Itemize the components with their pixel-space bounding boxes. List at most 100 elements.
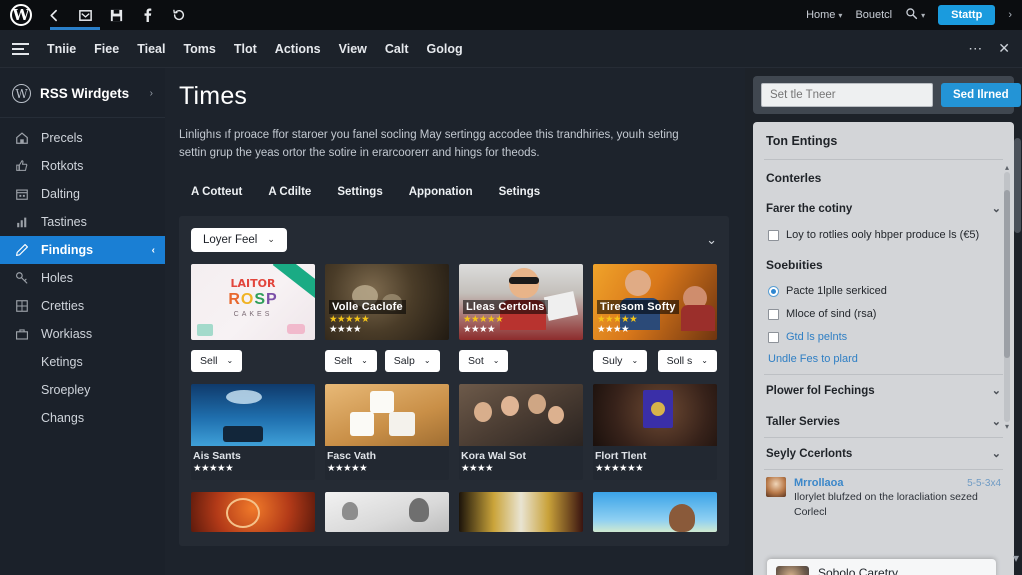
collapsible-farer-the-cotiny[interactable]: Farer the cotiny ⌄ — [753, 193, 1014, 224]
scroll-down-icon[interactable]: ▾ — [1013, 551, 1019, 565]
sidebar-item-ketings[interactable]: Ketings — [0, 348, 165, 376]
sidebar-item-findings[interactable]: Findings ‹ — [0, 236, 165, 264]
menu-item-4[interactable]: Tlot — [234, 42, 257, 56]
sidebar-item-rotkots[interactable]: Rotkots — [0, 152, 165, 180]
undo-link[interactable]: Undle Fes to plard — [768, 353, 858, 365]
chevron-down-icon: ⌄ — [361, 356, 368, 366]
card[interactable]: Fasc Vath ★★★★★ — [325, 383, 449, 481]
panel-scrollbar[interactable]: ▴ ▾ — [1004, 163, 1010, 431]
radio-icon[interactable] — [768, 285, 779, 297]
chevron-right-icon: › — [149, 88, 153, 99]
menu-item-0[interactable]: Tniie — [47, 42, 76, 56]
comment-timestamp: 5-5-3x4 — [967, 478, 1001, 490]
collapsible-plower-fol-fechings[interactable]: Plower fol Fechings ⌄ — [753, 375, 1014, 406]
tab-a-cotteut[interactable]: A Cotteut — [179, 180, 254, 204]
page-scrollbar-thumb[interactable] — [1014, 138, 1021, 233]
card[interactable]: Lleas Certolns ★★★★★ ★★★★ — [459, 263, 583, 340]
panel-collapse-icon[interactable]: ⌄ — [706, 232, 717, 248]
menu-item-7[interactable]: Calt — [385, 42, 409, 56]
tab-a-cdilte[interactable]: A Cdilte — [256, 180, 323, 204]
checkbox-row-first[interactable]: Loy to rotlies ooly hbper produce ls (€5… — [753, 224, 1014, 247]
card[interactable]: LAITOR ROSP CAKES — [191, 263, 315, 340]
sidebar-item-label: Dalting — [41, 187, 80, 201]
menu-item-5[interactable]: Actions — [275, 42, 321, 56]
account-menu[interactable]: Bouetcl — [855, 9, 892, 21]
sidebar-item-precels[interactable]: Precels — [0, 124, 165, 152]
card[interactable]: Kora Wal Sot ★★★★ — [459, 383, 583, 481]
menu-item-3[interactable]: Toms — [183, 42, 215, 56]
search-submit-button[interactable]: Sed Ilrned — [941, 83, 1021, 107]
select-sell[interactable]: Sell ⌄ — [191, 349, 243, 372]
collapsible-seyly-ccerlonts[interactable]: Seyly Ccerlonts ⌄ — [753, 438, 1014, 469]
sidebar-item-workiass[interactable]: Workiass — [0, 320, 165, 348]
menu-item-8[interactable]: Golog — [427, 42, 463, 56]
card[interactable]: Ais Sants ★★★★★ — [191, 383, 315, 481]
filter-dropdown[interactable]: Loyer Feel ⌄ — [191, 227, 287, 252]
menu-item-2[interactable]: Tieal — [137, 42, 165, 56]
card-rating-white: ★★★★ — [461, 462, 494, 474]
checkbox-icon[interactable] — [768, 331, 779, 343]
collapsible-taller-servies[interactable]: Taller Servies ⌄ — [753, 406, 1014, 437]
scroll-down-icon[interactable]: ▾ — [1004, 422, 1010, 431]
home-menu[interactable]: Home ▾ — [806, 9, 842, 21]
comment-item[interactable]: Mrrollaoa 5-5-3x4 Ilorylet blufzed on th… — [753, 470, 1014, 519]
tab-setings[interactable]: Setings — [487, 180, 553, 204]
select-row: Sell ⌄ Selt ⌄ Salp ⌄ Sot ⌄ Suly ⌄ Soll ѕ… — [191, 349, 717, 372]
select-salp[interactable]: Salp ⌄ — [384, 349, 440, 372]
select-suly[interactable]: Suly ⌄ — [593, 349, 648, 372]
search-menu[interactable]: ▾ — [905, 7, 925, 23]
more-options-icon[interactable]: ⋯ — [968, 40, 982, 57]
checkbox-icon[interactable] — [768, 230, 779, 241]
card[interactable] — [593, 492, 717, 533]
sidebar-item-sroepley[interactable]: Sroepley — [0, 376, 165, 404]
floating-comment-card[interactable]: Sobolo Caretry Dlands — [767, 559, 996, 575]
sidebar-item-holes[interactable]: Holes — [0, 264, 165, 292]
card[interactable] — [325, 492, 449, 533]
search-input[interactable] — [761, 83, 933, 107]
overflow-chevron-icon[interactable]: › — [1008, 9, 1012, 21]
sidebar-item-label: Cretties — [41, 299, 85, 313]
hamburger-menu-icon[interactable] — [12, 42, 29, 55]
card[interactable] — [459, 492, 583, 533]
facebook-icon[interactable] — [139, 7, 156, 24]
scroll-up-icon[interactable]: ▴ — [1004, 163, 1010, 172]
panel-scrollbar-thumb[interactable] — [1004, 190, 1010, 358]
tab-apponation[interactable]: Apponation — [397, 180, 485, 204]
card-caption: Tiresom Softy ★★★★★ ★★★★ — [597, 297, 713, 336]
sidebar-item-tastines[interactable]: Tastines — [0, 208, 165, 236]
sidebar-item-changs[interactable]: Changs — [0, 404, 165, 432]
card[interactable]: Flort Tlent ★★★★★★ — [593, 383, 717, 481]
sidebar-brand[interactable]: W RSS Wirdgets › — [0, 76, 165, 117]
card[interactable] — [191, 492, 315, 533]
sidebar-item-cretties[interactable]: Cretties — [0, 292, 165, 320]
tab-settings[interactable]: Settings — [325, 180, 394, 204]
card[interactable]: Tiresom Softy ★★★★★ ★★★★ — [593, 263, 717, 340]
pencil-icon — [14, 242, 30, 258]
sidebar-item-dalting[interactable]: Dalting — [0, 180, 165, 208]
comment-author[interactable]: Mrrollaoa — [794, 477, 844, 489]
card-caption: Volle Caclofe ★★★★★ ★★★★ — [329, 297, 445, 336]
select-selt[interactable]: Selt ⌄ — [325, 349, 377, 372]
radio-row-pacte[interactable]: Pacte 1lplle serkiced — [753, 280, 1014, 303]
back-arrow-icon[interactable] — [46, 7, 63, 24]
card[interactable]: Volle Caclofe ★★★★★ ★★★★ — [325, 263, 449, 340]
card-rating-white: ★★★★ — [463, 324, 496, 336]
menu-item-1[interactable]: Fiee — [94, 42, 119, 56]
chevron-down-icon: ⌄ — [701, 356, 708, 366]
select-sot[interactable]: Sot ⌄ — [459, 349, 509, 372]
checkbox-row-gtd[interactable]: Gtd ls pelnts — [753, 326, 1014, 349]
start-button[interactable]: Stattp — [938, 5, 996, 25]
inbox-icon[interactable] — [77, 7, 94, 24]
panel-header: Loyer Feel ⌄ ⌄ — [191, 227, 717, 252]
select-soll[interactable]: Soll ѕ ⌄ — [657, 349, 717, 372]
home-menu-label: Home — [806, 9, 836, 21]
select-label: Suly — [602, 354, 623, 367]
save-icon[interactable] — [108, 7, 125, 24]
checkbox-icon[interactable] — [768, 308, 779, 320]
menu-bar-right: ⋯ ✕ — [968, 40, 1010, 57]
menu-item-6[interactable]: View — [339, 42, 367, 56]
checkbox-link-label[interactable]: Gtd ls pelnts — [786, 330, 847, 345]
checkbox-row-mloce[interactable]: Mloce of sind (rsa) — [753, 303, 1014, 326]
close-icon[interactable]: ✕ — [998, 40, 1010, 57]
history-icon[interactable] — [170, 7, 187, 24]
